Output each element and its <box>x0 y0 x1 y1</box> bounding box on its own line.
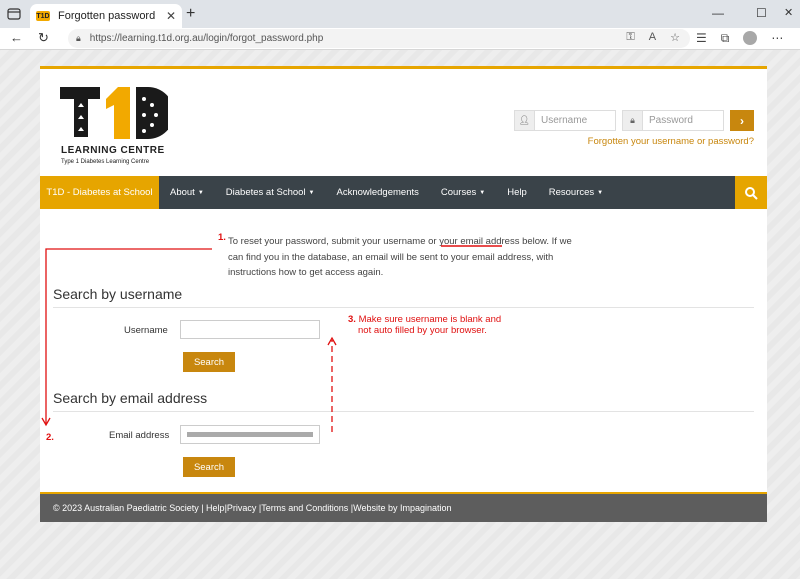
username-login-field[interactable]: 👤︎ Username <box>514 110 616 131</box>
email-label: Email address <box>109 430 170 441</box>
chevron-down-icon: ▼ <box>308 189 315 196</box>
profile-avatar[interactable] <box>743 31 758 45</box>
nav-item-about[interactable]: About ▼ <box>159 187 215 198</box>
redacted-email-value <box>187 432 313 437</box>
username-search-button[interactable]: Search <box>183 352 235 372</box>
maximize-icon[interactable]: ☐ <box>756 6 767 20</box>
annotation-note-line-1: Make sure username is blank and <box>358 314 502 325</box>
read-aloud-icon[interactable]: A <box>649 31 656 44</box>
favorites-icon[interactable]: ☰ <box>696 31 707 46</box>
main-nav: T1D - Diabetes at School About ▼ Diabetes… <box>40 176 767 209</box>
nav-item-resources[interactable]: Resources ▼ <box>538 187 614 198</box>
footer-text: © 2023 Australian Paediatric Society | H… <box>53 503 452 513</box>
lock-icon: 🔒︎ <box>623 111 643 130</box>
annotation-note-line-2: not auto filled by your browser. <box>358 325 487 336</box>
logo-subtitle: Type 1 Diabetes Learning Centre <box>61 159 150 165</box>
nav-item-courses[interactable]: Courses ▼ <box>430 187 496 198</box>
email-section-heading: Search by email address <box>53 390 208 406</box>
username-label: Username <box>124 325 168 336</box>
key-icon[interactable]: ⚿ <box>626 31 634 44</box>
url-text: https://learning.t1d.org.au/login/forgot… <box>89 33 324 44</box>
nav-item-diabetes-at-school[interactable]: Diabetes at School ▼ <box>215 187 326 198</box>
login-submit-button[interactable]: › <box>730 110 754 131</box>
nav-item-help[interactable]: Help <box>496 187 538 198</box>
annotation-label-2: 2. <box>46 432 54 443</box>
nav-brand[interactable]: T1D - Diabetes at School <box>40 176 159 209</box>
browser-tab[interactable]: T1D Forgotten password ✕ <box>30 4 182 28</box>
collections-icon[interactable]: ⧉ <box>721 31 730 46</box>
user-icon: 👤︎ <box>515 111 535 130</box>
address-bar-row: ← ↻ 🔒︎ https://learning.t1d.org.au/login… <box>0 28 800 50</box>
favicon-icon: T1D <box>36 11 50 21</box>
password-login-placeholder: Password <box>649 115 693 126</box>
search-icon[interactable] <box>735 176 767 209</box>
chevron-down-icon: ▼ <box>479 189 486 196</box>
nav-item-acknowledgements[interactable]: Acknowledgements <box>325 187 429 198</box>
new-tab-icon[interactable]: + <box>186 5 195 23</box>
divider <box>53 411 754 412</box>
chevron-down-icon: ▼ <box>597 189 604 196</box>
annotation-label-3: 3. <box>348 314 356 325</box>
annotation-label-1: 1. <box>218 232 226 243</box>
browser-tabbar: T1D Forgotten password ✕ + — ☐ ✕ <box>0 0 800 28</box>
footer: © 2023 Australian Paediatric Society | H… <box>40 492 767 522</box>
annotation-note-3: 3. Make sure username is blank and not a… <box>348 314 501 336</box>
email-search-button[interactable]: Search <box>183 457 235 477</box>
username-input[interactable] <box>180 320 320 339</box>
page-container: LEARNING CENTRE Type 1 Diabetes Learning… <box>40 66 767 522</box>
intro-text: To reset your password, submit your user… <box>228 236 572 278</box>
logo-title: LEARNING CENTRE <box>61 145 165 156</box>
divider <box>53 307 754 308</box>
url-field[interactable]: 🔒︎ https://learning.t1d.org.au/login/for… <box>68 29 690 48</box>
email-input[interactable] <box>180 425 320 444</box>
window-close-icon[interactable]: ✕ <box>784 6 793 19</box>
refresh-icon[interactable]: ↻ <box>38 30 49 46</box>
forgot-credentials-link[interactable]: Forgotten your username or password? <box>588 136 754 147</box>
tab-actions-icon[interactable] <box>6 6 22 22</box>
minimize-icon[interactable]: — <box>712 6 724 20</box>
login-form: 👤︎ Username 🔒︎ Password › <box>514 110 754 131</box>
username-login-placeholder: Username <box>541 115 588 126</box>
tab-title: Forgotten password <box>58 10 156 22</box>
username-section-heading: Search by username <box>53 286 183 302</box>
close-tab-icon[interactable]: ✕ <box>166 9 176 23</box>
lock-icon: 🔒︎ <box>76 33 81 43</box>
back-icon[interactable]: ← <box>10 30 23 45</box>
favorite-add-icon[interactable]: ☆ <box>670 31 680 44</box>
more-icon[interactable]: ⋯ <box>771 31 783 46</box>
password-login-field[interactable]: 🔒︎ Password <box>622 110 724 131</box>
chevron-down-icon: ▼ <box>197 189 204 196</box>
